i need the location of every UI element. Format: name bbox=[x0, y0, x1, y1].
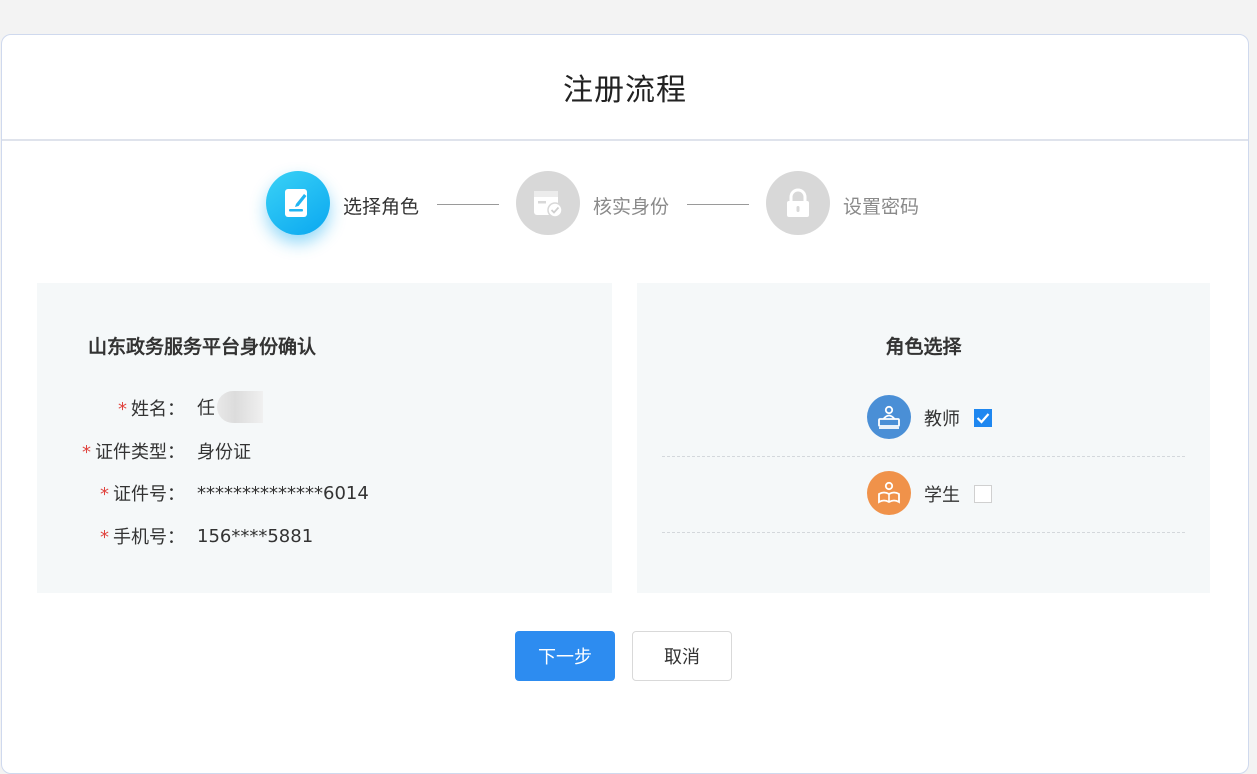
field-phone: * 手机号： 156****5881 bbox=[37, 523, 612, 549]
role-panel: 角色选择 教师 学生 bbox=[637, 283, 1210, 593]
role-panel-title: 角色选择 bbox=[885, 336, 962, 358]
lock-icon bbox=[787, 188, 809, 217]
step-1-label: 选择角色 bbox=[343, 196, 420, 218]
required-mark: * bbox=[82, 442, 91, 463]
field-label: * 证件类型： bbox=[82, 438, 185, 464]
role-option-teacher[interactable]: 教师 bbox=[662, 384, 1185, 457]
required-mark: * bbox=[100, 527, 109, 548]
step-2-circle bbox=[516, 171, 580, 235]
step-connector bbox=[437, 204, 499, 205]
teacher-icon bbox=[867, 395, 911, 439]
step-1-circle bbox=[266, 171, 330, 235]
edit-document-icon bbox=[285, 189, 307, 217]
required-mark: * bbox=[118, 399, 127, 420]
role-label-teacher: 教师 bbox=[924, 409, 960, 430]
checkmark-icon bbox=[976, 413, 990, 424]
step-3-circle bbox=[766, 171, 830, 235]
masked-name-blur bbox=[217, 390, 263, 423]
page-title: 注册流程 bbox=[563, 73, 687, 108]
step-3-label: 设置密码 bbox=[843, 196, 920, 218]
role-option-student[interactable]: 学生 bbox=[662, 460, 1185, 533]
field-label: * 证件号： bbox=[100, 480, 185, 506]
field-id-number-label: 证件号： bbox=[113, 484, 185, 505]
field-id-type-label: 证件类型： bbox=[95, 442, 185, 463]
field-value: 任 bbox=[197, 390, 263, 423]
field-id-type: * 证件类型： 身份证 bbox=[37, 439, 612, 463]
student-checkbox[interactable] bbox=[974, 485, 992, 503]
name-value: 任 bbox=[197, 397, 215, 419]
teacher-checkbox[interactable] bbox=[974, 409, 992, 427]
field-value: 156****5881 bbox=[197, 525, 314, 547]
next-step-button[interactable]: 下一步 bbox=[515, 631, 615, 681]
step-progress: 选择角色 核实身份 设置密码 bbox=[266, 171, 919, 237]
required-mark: * bbox=[100, 484, 109, 505]
field-value: **************6014 bbox=[197, 482, 369, 504]
identity-panel: 山东政务服务平台身份确认 * 姓名： 任 * 证件类型： 身份证 * 证件号： ***… bbox=[37, 283, 612, 593]
field-phone-label: 手机号： bbox=[113, 527, 185, 548]
calendar-check-icon bbox=[534, 191, 563, 218]
identity-panel-title: 山东政务服务平台身份确认 bbox=[88, 336, 317, 358]
card-header: 注册流程 bbox=[2, 35, 1248, 141]
cancel-button[interactable]: 取消 bbox=[632, 631, 732, 681]
field-id-number: * 证件号： **************6014 bbox=[37, 480, 612, 506]
field-name-label: 姓名： bbox=[131, 399, 185, 420]
student-icon bbox=[867, 471, 911, 515]
field-name: * 姓名： 任 bbox=[37, 390, 612, 423]
role-label-student: 学生 bbox=[924, 485, 960, 506]
field-label: * 手机号： bbox=[100, 523, 185, 549]
step-2-label: 核实身份 bbox=[593, 196, 670, 218]
step-connector bbox=[687, 204, 749, 205]
field-value: 身份证 bbox=[197, 442, 251, 463]
field-label: * 姓名： bbox=[118, 395, 185, 421]
